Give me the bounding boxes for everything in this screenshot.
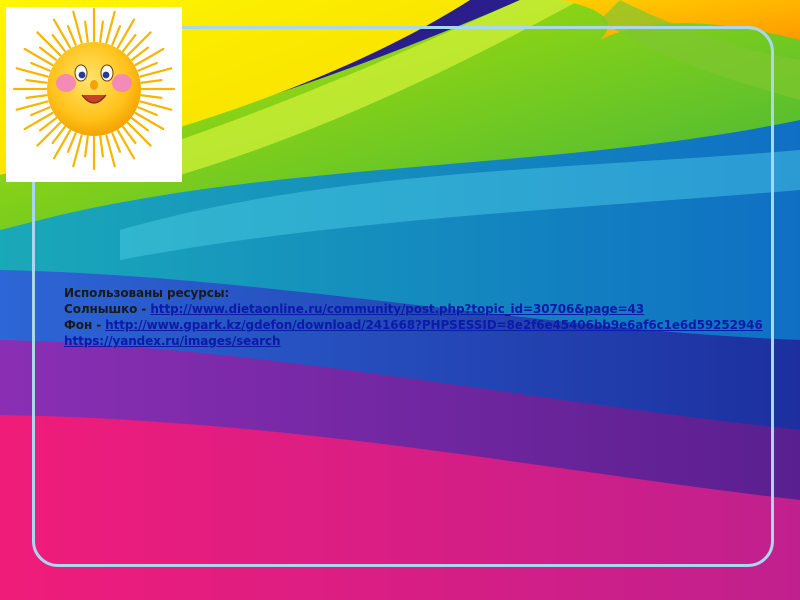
sun-ray xyxy=(126,121,152,147)
sun-image xyxy=(6,7,182,182)
sun-credit-prefix: Солнышко - xyxy=(64,302,151,316)
sun-ray xyxy=(137,61,158,72)
credits-heading: Использованы ресурсы: xyxy=(64,286,230,300)
sun-ray xyxy=(139,67,173,78)
sun-ray xyxy=(15,100,49,111)
bg-source-link[interactable]: http://www.gpark.kz/gdefon/download/2416… xyxy=(105,318,763,332)
sun-ray xyxy=(116,129,136,160)
sun-ray xyxy=(134,47,165,67)
sun-ray xyxy=(105,134,116,168)
sun-ray xyxy=(140,79,163,84)
sun-ray xyxy=(134,111,165,131)
sun-ray xyxy=(15,67,49,78)
credits-sun-line: Солнышко - http://www.dietaonline.ru/com… xyxy=(64,301,784,317)
sun-ray xyxy=(140,94,163,99)
yandex-source-link[interactable]: https://yandex.ru/images/search xyxy=(64,334,281,348)
sun-ray xyxy=(72,10,83,44)
sun-ray xyxy=(116,18,136,49)
sun-ray xyxy=(30,106,51,117)
sun-ray xyxy=(139,100,173,111)
sun-ray xyxy=(52,129,72,160)
sun-ray xyxy=(66,25,77,46)
sun-ray xyxy=(126,31,152,57)
credits-block: Использованы ресурсы: Солнышко - http://… xyxy=(64,285,784,349)
sun-ray xyxy=(25,79,48,84)
sun-ray xyxy=(111,25,122,46)
sun-ray xyxy=(99,135,104,158)
sun-ray xyxy=(105,10,116,44)
sun-ray xyxy=(111,132,122,153)
bg-credit-prefix: Фон - xyxy=(64,318,106,332)
credits-yandex-line: https://yandex.ru/images/search xyxy=(64,333,784,349)
sun-ray xyxy=(72,134,83,168)
sun-ray xyxy=(30,61,51,72)
sun-ray xyxy=(66,132,77,153)
sun-ray xyxy=(84,20,89,43)
credits-bg-line: Фон - http://www.gpark.kz/gdefon/downloa… xyxy=(64,317,784,333)
slide: Использованы ресурсы: Солнышко - http://… xyxy=(0,0,800,600)
sun-ray xyxy=(36,121,62,147)
sun-ray xyxy=(99,20,104,43)
sun-ray xyxy=(137,106,158,117)
sun-ray xyxy=(23,47,54,67)
sun-ray xyxy=(23,111,54,131)
sun-face-icon xyxy=(12,7,176,171)
sun-ray xyxy=(84,135,89,158)
sun-ray xyxy=(36,31,62,57)
sun-source-link[interactable]: http://www.dietaonline.ru/community/post… xyxy=(150,302,644,316)
sun-ray xyxy=(52,18,72,49)
sun-ray xyxy=(25,94,48,99)
